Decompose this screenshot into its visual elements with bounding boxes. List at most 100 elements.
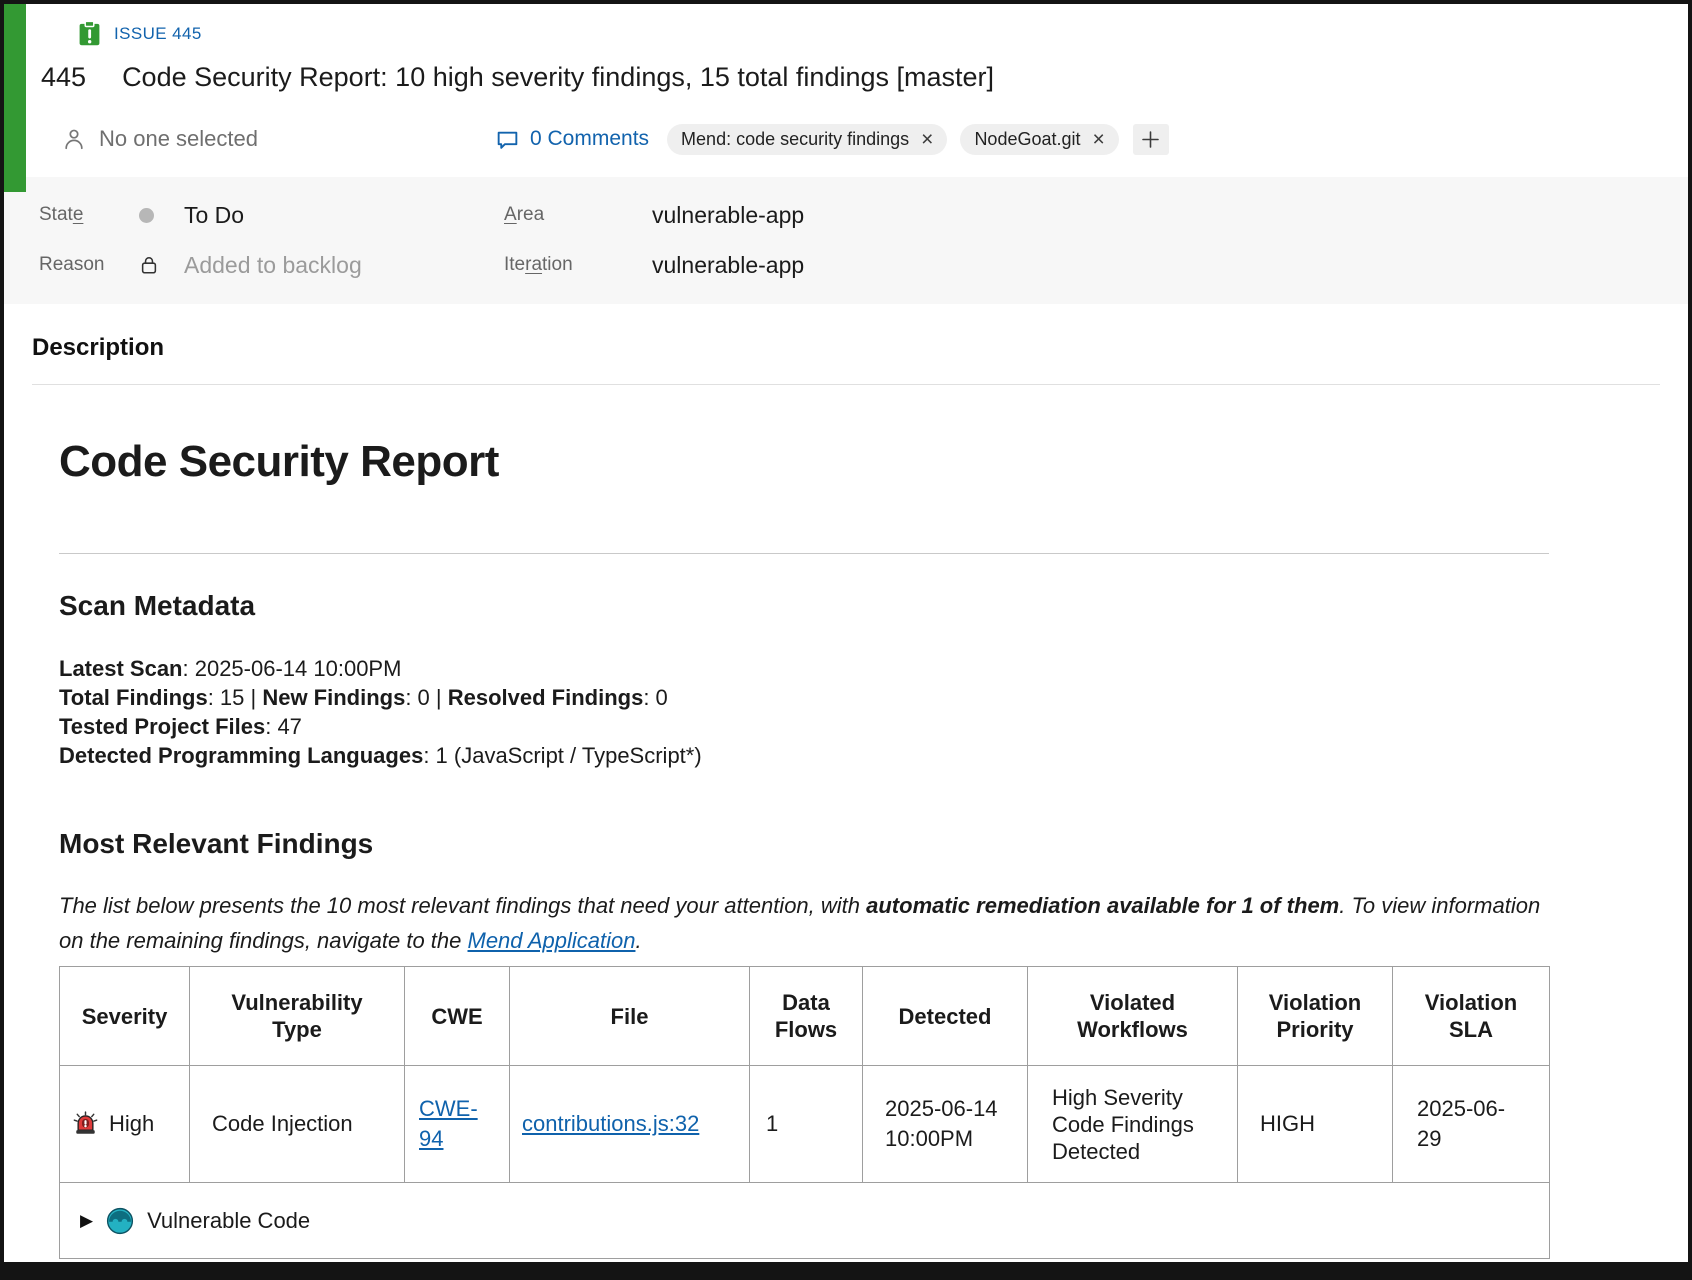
cell-severity: High	[60, 1066, 190, 1183]
scan-metadata-text: Latest Scan: 2025-06-14 10:00PM Total Fi…	[59, 654, 1549, 770]
work-item-form: ISSUE 445 445 Code Security Report: 10 h…	[0, 0, 1692, 1280]
work-item-type-row: ISSUE 445	[76, 20, 1688, 47]
scan-new-value: : 0 |	[405, 685, 447, 710]
description-section: Description Code Security Report Scan Me…	[4, 334, 1688, 1259]
area-field: Area vulnerable-app	[504, 190, 1688, 240]
findings-intro: The list below presents the 10 most rele…	[59, 888, 1549, 958]
intro-bold-text: automatic remediation available for 1 of…	[866, 893, 1339, 918]
mend-logo-icon	[106, 1207, 134, 1235]
description-body[interactable]: Code Security Report Scan Metadata Lates…	[59, 437, 1549, 1259]
col-header-file: File	[510, 967, 750, 1066]
work-item-id: 445	[41, 62, 86, 93]
intro-text: .	[635, 928, 641, 953]
vulnerable-code-toggle[interactable]: ▶ Vulnerable Code	[80, 1206, 1549, 1236]
tag-label: Mend: code security findings	[681, 129, 909, 150]
tag-remove-icon[interactable]: ×	[921, 129, 933, 150]
state-indicator	[139, 208, 184, 223]
description-heading: Description	[32, 334, 1660, 362]
scan-languages-label: Detected Programming Languages	[59, 743, 423, 768]
siren-icon	[70, 1109, 101, 1140]
title-row: 445 Code Security Report: 10 high severi…	[41, 62, 1688, 93]
col-header-cwe: CWE	[405, 967, 510, 1066]
cell-details: ▶ Vulnerable Code	[60, 1183, 1550, 1259]
col-header-detected: Detected	[863, 967, 1028, 1066]
tag-list: Mend: code security findings × NodeGoat.…	[667, 124, 1169, 155]
cell-cwe: CWE-94	[405, 1066, 510, 1183]
meta-row: No one selected 0 Comments Mend: code se…	[41, 117, 1688, 161]
issue-type-icon	[76, 20, 103, 47]
iteration-field: Iteration vulnerable-app	[504, 240, 1688, 290]
work-item-title[interactable]: Code Security Report: 10 high severity f…	[122, 62, 994, 93]
iteration-label: Iteration	[504, 254, 652, 276]
scan-languages-value: : 1 (JavaScript / TypeScript*)	[423, 743, 701, 768]
col-header-severity: Severity	[60, 967, 190, 1066]
col-header-vulnerability-type: Vulnerability Type	[190, 967, 405, 1066]
cell-violation-sla: 2025-06-29	[1393, 1066, 1550, 1183]
scan-resolved-value: : 0	[643, 685, 667, 710]
tag-remove-icon[interactable]: ×	[1093, 129, 1105, 150]
iteration-value[interactable]: vulnerable-app	[652, 252, 804, 279]
state-value[interactable]: To Do	[184, 202, 244, 229]
reason-value: Added to backlog	[184, 252, 362, 279]
state-dot-icon	[139, 208, 154, 223]
comments-button[interactable]: 0 Comments	[495, 127, 649, 152]
state-field: State To Do	[39, 190, 504, 240]
table-header-row: Severity Vulnerability Type CWE File Dat…	[60, 967, 1550, 1066]
scan-resolved-label: Resolved Findings	[448, 685, 644, 710]
tag-pill[interactable]: NodeGoat.git ×	[960, 124, 1118, 155]
scan-total-label: Total Findings	[59, 685, 208, 710]
file-link[interactable]: contributions.js:32	[522, 1111, 699, 1136]
cell-data-flows: 1	[750, 1066, 863, 1183]
scan-tested-label: Tested Project Files	[59, 714, 265, 739]
area-label: Area	[504, 204, 652, 226]
col-header-violation-sla: Violation SLA	[1393, 967, 1550, 1066]
report-divider	[59, 553, 1549, 554]
scan-metadata-heading: Scan Metadata	[59, 590, 1549, 622]
cell-violation-priority: HIGH	[1238, 1066, 1393, 1183]
cell-file: contributions.js:32	[510, 1066, 750, 1183]
scan-new-label: New Findings	[262, 685, 405, 710]
findings-heading: Most Relevant Findings	[59, 828, 1549, 860]
scan-latest-value: : 2025-06-14 10:00PM	[183, 656, 402, 681]
disclosure-triangle-icon: ▶	[80, 1206, 93, 1236]
description-divider	[32, 384, 1660, 385]
fields-panel: State To Do Reason Added to backlog	[4, 177, 1688, 304]
lock-icon	[139, 254, 159, 276]
tag-label: NodeGoat.git	[974, 129, 1080, 150]
area-value[interactable]: vulnerable-app	[652, 202, 804, 229]
reason-label: Reason	[39, 254, 139, 276]
cell-vulnerability-type: Code Injection	[190, 1066, 405, 1183]
report-title: Code Security Report	[59, 437, 1549, 487]
cwe-link[interactable]: CWE-94	[419, 1096, 478, 1151]
table-row-finding: High Code Injection CWE-94 contributions…	[60, 1066, 1550, 1183]
comments-count-label: 0 Comments	[530, 127, 649, 151]
state-column: State To Do Reason Added to backlog	[39, 190, 504, 290]
col-header-data-flows: Data Flows	[750, 967, 863, 1066]
col-header-violation-priority: Violation Priority	[1238, 967, 1393, 1066]
add-tag-button[interactable]	[1133, 124, 1169, 155]
reason-field: Reason Added to backlog	[39, 240, 504, 290]
mend-application-link[interactable]: Mend Application	[468, 928, 636, 953]
comment-bubble-icon	[495, 127, 520, 152]
work-item-type-link[interactable]: ISSUE 445	[114, 24, 202, 44]
area-column: Area vulnerable-app Iteration vulnerable…	[504, 190, 1688, 290]
table-row-details: ▶ Vulnerable Code	[60, 1183, 1550, 1259]
assignee-picker[interactable]: No one selected	[61, 126, 258, 152]
scan-latest-label: Latest Scan	[59, 656, 183, 681]
findings-table: Severity Vulnerability Type CWE File Dat…	[59, 966, 1550, 1259]
reason-lock	[139, 254, 184, 276]
person-icon	[61, 126, 87, 152]
intro-text: The list below presents the 10 most rele…	[59, 893, 866, 918]
tag-pill[interactable]: Mend: code security findings ×	[667, 124, 947, 155]
col-header-violated-workflows: Violated Workflows	[1028, 967, 1238, 1066]
scan-total-value: : 15 |	[208, 685, 263, 710]
scan-tested-value: : 47	[265, 714, 302, 739]
plus-icon	[1141, 130, 1160, 149]
vulnerable-code-label: Vulnerable Code	[147, 1206, 310, 1236]
work-item-header: ISSUE 445 445 Code Security Report: 10 h…	[4, 4, 1688, 161]
work-item-type-color-bar	[4, 4, 26, 192]
severity-value: High	[109, 1109, 154, 1139]
state-label: State	[39, 204, 139, 226]
cell-violated-workflows: High Severity Code Findings Detected	[1028, 1066, 1238, 1183]
assignee-label: No one selected	[99, 126, 258, 152]
